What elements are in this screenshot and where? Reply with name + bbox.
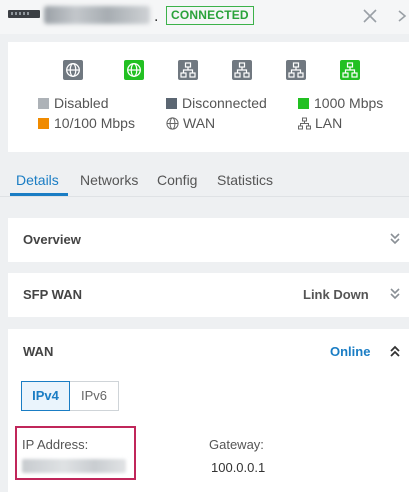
chevron-right-icon[interactable] <box>396 6 409 26</box>
wan-port-2-icon[interactable] <box>124 60 144 80</box>
device-header: . CONNECTED <box>0 0 409 34</box>
lan-port-2-icon[interactable] <box>232 60 252 80</box>
tab-ipv4[interactable]: IPv4 <box>21 381 70 411</box>
chevron-double-down-icon[interactable] <box>389 232 401 246</box>
device-thumbnail <box>8 10 40 18</box>
legend-label: Disabled <box>54 95 109 111</box>
chevron-double-up-icon[interactable] <box>389 344 401 358</box>
sfp-wan-title: SFP WAN <box>23 287 82 302</box>
wan-status: Online <box>330 344 371 359</box>
tab-ipv6[interactable]: IPv6 <box>70 381 119 411</box>
overview-panel[interactable]: Overview <box>8 218 409 262</box>
legend-10-100mbps: 10/100 Mbps <box>38 114 135 132</box>
tab-statistics[interactable]: Statistics <box>217 172 273 188</box>
disconnected-swatch <box>166 98 177 109</box>
legend-disabled: Disabled <box>38 94 108 112</box>
speed-1000-swatch <box>298 98 309 109</box>
device-name-separator: . <box>154 8 159 25</box>
tab-config[interactable]: Config <box>157 172 197 188</box>
device-name-blurred <box>44 6 150 24</box>
legend-label: LAN <box>315 115 343 131</box>
status-badge: CONNECTED <box>166 6 254 25</box>
sfp-wan-status: Link Down <box>303 287 369 302</box>
legend-wan: WAN <box>166 114 215 132</box>
legend-disconnected: Disconnected <box>166 94 267 112</box>
legend-label: Disconnected <box>182 95 267 111</box>
legend-label: 1000 Mbps <box>314 95 384 111</box>
ports-panel: Disabled Disconnected 1000 Mbps 10/100 M… <box>8 42 409 152</box>
lan-port-4-icon[interactable] <box>340 60 360 80</box>
device-name: . <box>44 4 159 26</box>
wan-panel: WAN Online IPv4 IPv6 IP Address: Gateway… <box>8 329 409 492</box>
globe-icon <box>166 117 179 130</box>
wan-title: WAN <box>23 344 54 359</box>
disabled-swatch <box>38 98 49 109</box>
gateway-value: 100.0.0.1 <box>211 460 266 475</box>
lan-port-1-icon[interactable] <box>178 60 198 80</box>
gateway-label: Gateway: <box>209 437 264 452</box>
legend-label: 10/100 Mbps <box>54 115 135 131</box>
sfp-wan-panel[interactable]: SFP WAN Link Down <box>8 273 409 317</box>
legend-lan: LAN <box>298 114 342 132</box>
lan-port-3-icon[interactable] <box>286 60 306 80</box>
tab-details[interactable]: Details <box>16 172 59 188</box>
close-icon[interactable] <box>360 6 380 26</box>
overview-title: Overview <box>23 232 81 247</box>
tabs-divider <box>0 196 409 197</box>
chevron-double-down-icon[interactable] <box>389 287 401 301</box>
legend-label: WAN <box>183 115 216 131</box>
speed-10-100-swatch <box>38 118 49 129</box>
wan-port-1-icon[interactable] <box>63 60 83 80</box>
ip-address-highlight <box>15 426 136 480</box>
legend-1000mbps: 1000 Mbps <box>298 94 383 112</box>
tab-networks[interactable]: Networks <box>80 172 138 188</box>
network-icon <box>298 117 311 130</box>
